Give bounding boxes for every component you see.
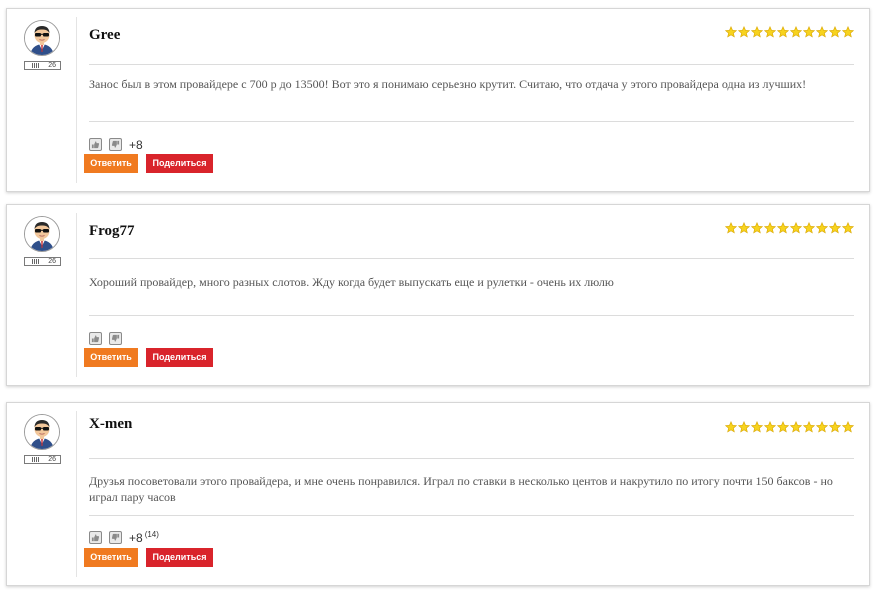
star-icon bbox=[764, 222, 776, 234]
star-icon bbox=[725, 222, 737, 234]
star-icon bbox=[751, 421, 763, 433]
star-icon bbox=[725, 421, 737, 433]
star-icon bbox=[816, 421, 828, 433]
star-icon bbox=[738, 26, 750, 38]
share-button[interactable]: Поделиться bbox=[146, 154, 213, 173]
author-name[interactable]: X-men bbox=[89, 416, 132, 433]
star-icon bbox=[816, 222, 828, 234]
star-icon bbox=[751, 26, 763, 38]
comment-text: Друзья посоветовали этого провайдера, и … bbox=[89, 474, 833, 504]
divider bbox=[89, 515, 854, 516]
column-divider bbox=[76, 213, 77, 377]
column-divider bbox=[76, 17, 77, 183]
vote-score bbox=[129, 331, 131, 346]
thumbs-down-icon[interactable] bbox=[109, 332, 122, 345]
divider bbox=[89, 258, 854, 259]
star-icon bbox=[842, 222, 854, 234]
star-icon bbox=[738, 421, 750, 433]
avatar[interactable] bbox=[24, 414, 60, 450]
star-icon bbox=[790, 26, 802, 38]
star-icon bbox=[790, 421, 802, 433]
user-level: 26 bbox=[48, 258, 56, 265]
divider bbox=[89, 121, 854, 122]
user-level: 26 bbox=[48, 62, 56, 69]
divider bbox=[89, 458, 854, 459]
star-icon bbox=[751, 222, 763, 234]
comment-text: Хороший провайдер, много разных слотов. … bbox=[89, 275, 614, 289]
user-level-badge: 26 bbox=[24, 257, 61, 266]
star-icon bbox=[777, 421, 789, 433]
author-name[interactable]: Frog77 bbox=[89, 223, 135, 240]
user-level: 26 bbox=[48, 456, 56, 463]
star-icon bbox=[803, 222, 815, 234]
thumbs-up-icon[interactable] bbox=[89, 332, 102, 345]
share-button[interactable]: Поделиться bbox=[146, 348, 213, 367]
star-icon bbox=[790, 222, 802, 234]
divider bbox=[89, 315, 854, 316]
star-icon bbox=[842, 421, 854, 433]
star-icon bbox=[842, 26, 854, 38]
comment-card: 26 Gree Занос был в этом провайдере с 70… bbox=[6, 8, 870, 192]
level-bars-icon bbox=[32, 457, 40, 462]
avatar[interactable] bbox=[24, 216, 60, 252]
comment-card: 26 X-men Друзья посоветовали этого прова… bbox=[6, 402, 870, 586]
rating-stars bbox=[725, 26, 854, 38]
thumbs-down-icon[interactable] bbox=[109, 138, 122, 151]
star-icon bbox=[764, 421, 776, 433]
star-icon bbox=[777, 26, 789, 38]
vote-score: +8 bbox=[129, 138, 143, 152]
share-button[interactable]: Поделиться bbox=[146, 548, 213, 567]
star-icon bbox=[738, 222, 750, 234]
star-icon bbox=[777, 222, 789, 234]
user-level-badge: 26 bbox=[24, 455, 61, 464]
column-divider bbox=[76, 411, 77, 577]
vote-bar: +8 (14) bbox=[89, 530, 159, 545]
star-icon bbox=[829, 222, 841, 234]
star-icon bbox=[816, 26, 828, 38]
avatar[interactable] bbox=[24, 20, 60, 56]
star-icon bbox=[803, 421, 815, 433]
star-icon bbox=[829, 26, 841, 38]
level-bars-icon bbox=[32, 259, 40, 264]
thumbs-down-icon[interactable] bbox=[109, 531, 122, 544]
star-icon bbox=[725, 26, 737, 38]
rating-stars bbox=[725, 421, 854, 433]
author-name[interactable]: Gree bbox=[89, 27, 120, 44]
comment-card: 26 Frog77 Хороший провайдер, много разны… bbox=[6, 204, 870, 386]
star-icon bbox=[829, 421, 841, 433]
reply-button[interactable]: Ответить bbox=[84, 548, 138, 567]
divider bbox=[89, 64, 854, 65]
reply-button[interactable]: Ответить bbox=[84, 348, 138, 367]
thumbs-up-icon[interactable] bbox=[89, 138, 102, 151]
star-icon bbox=[764, 26, 776, 38]
level-bars-icon bbox=[32, 63, 40, 68]
rating-stars bbox=[725, 222, 854, 234]
user-level-badge: 26 bbox=[24, 61, 61, 70]
star-icon bbox=[803, 26, 815, 38]
comment-text: Занос был в этом провайдере с 700 р до 1… bbox=[89, 77, 807, 91]
reply-button[interactable]: Ответить bbox=[84, 154, 138, 173]
thumbs-up-icon[interactable] bbox=[89, 531, 102, 544]
vote-bar: +8 bbox=[89, 137, 145, 152]
vote-bar bbox=[89, 331, 131, 346]
vote-score: +8 (14) bbox=[129, 530, 159, 545]
